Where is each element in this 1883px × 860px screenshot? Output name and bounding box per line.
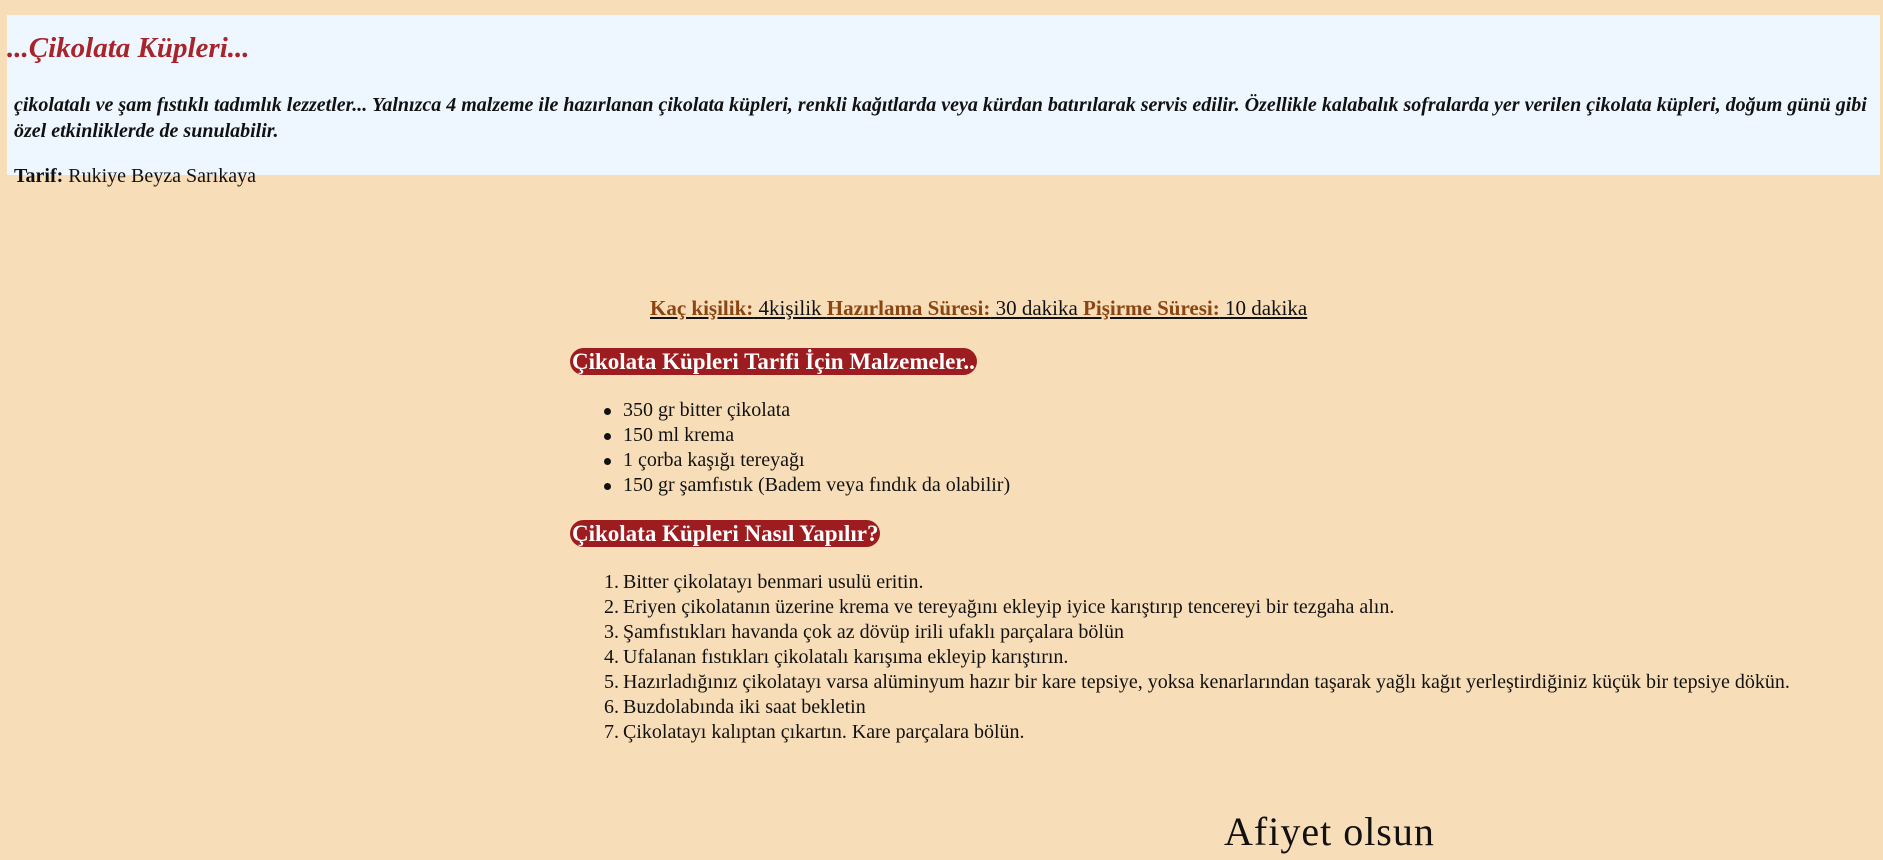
step-number: 2. (604, 596, 619, 618)
step-item: 4. Ufalanan fıstıkları çikolatalı karışım… (604, 645, 1848, 670)
recipe-meta: Kaç kişilik: 4kişilik Hazırlama Süresi: … (650, 294, 1307, 322)
recipe-author: Tarif: Rukiye Beyza Sarıkaya (14, 163, 256, 189)
step-item: 7. Çikolatayı kalıptan çıkartın. Kare par… (604, 720, 1848, 745)
step-number: 7. (604, 721, 619, 743)
page-title: ...Çikolata Küpleri... (7, 32, 250, 64)
step-text: Ufalanan fıstıkları çikolatalı karışıma … (623, 646, 1069, 668)
servings-value: 4kişilik (753, 296, 827, 320)
author-label: Tarif: (14, 165, 64, 187)
cook-time-value: 10 dakika (1219, 296, 1308, 320)
ingredient-item: 350 gr bitter çikolata (603, 398, 1010, 423)
step-item: 5. Hazırladığınız çikolatayı varsa alümin… (604, 670, 1848, 695)
step-text: Şamfıstıkları havanda çok az dövüp irili… (623, 621, 1124, 643)
ingredient-item: 150 ml krema (603, 423, 1010, 448)
recipe-intro: çikolatalı ve şam fıstıklı tadımlık lezz… (14, 94, 1867, 142)
step-text: Eriyen çikolatanın üzerine krema ve tere… (623, 596, 1395, 618)
step-text: Hazırladığınız çikolatayı varsa alüminyu… (623, 671, 1790, 693)
step-text: Buzdolabında iki saat bekletin (623, 696, 866, 718)
steps-list: 1. Bitter çikolatayı benmari usulü eritin… (604, 570, 1848, 745)
step-number: 6. (604, 696, 619, 718)
ingredient-item: 150 gr şamfıstık (Badem veya fındık da o… (603, 474, 1011, 496)
ingredients-heading: Çikolata Küpleri Tarifi İçin Malzemeler.… (570, 348, 977, 375)
closing-message: Afiyet olsun (1224, 809, 1435, 854)
step-item: 6. Buzdolabında iki saat bekletin (604, 695, 1848, 720)
step-item: 1. Bitter çikolatayı benmari usulü eritin… (604, 570, 1848, 595)
prep-time-value: 30 dakika (990, 296, 1084, 320)
ingredient-item: 1 çorba kaşığı tereyağı (603, 448, 1010, 473)
step-text: Çikolatayı kalıptan çıkartın. Kare parça… (623, 721, 1025, 743)
step-number: 3. (604, 621, 619, 643)
ingredients-list: 350 gr bitter çikolata 150 ml krema 1 ço… (603, 398, 1011, 498)
step-number: 5. (604, 671, 619, 693)
cook-time-label: Pişirme Süresi: (1083, 296, 1220, 320)
prep-time-label: Hazırlama Süresi: (826, 296, 991, 320)
servings-label: Kaç kişilik: (650, 296, 754, 320)
step-number: 4. (604, 646, 619, 668)
step-text: Bitter çikolatayı benmari usulü eritin. (623, 571, 924, 593)
recipe-header: ...Çikolata Küpleri... çikolatalı ve şam… (7, 15, 1880, 187)
step-item: 2. Eriyen çikolatanın üzerine krema ve te… (604, 595, 1848, 620)
steps-heading: Çikolata Küpleri Nasıl Yapılır? (570, 520, 881, 547)
step-item: 3. Şamfıstıkları havanda çok az dövüp iri… (604, 620, 1848, 645)
author-name: Rukiye Beyza Sarıkaya (63, 165, 256, 187)
step-number: 1. (604, 571, 619, 593)
